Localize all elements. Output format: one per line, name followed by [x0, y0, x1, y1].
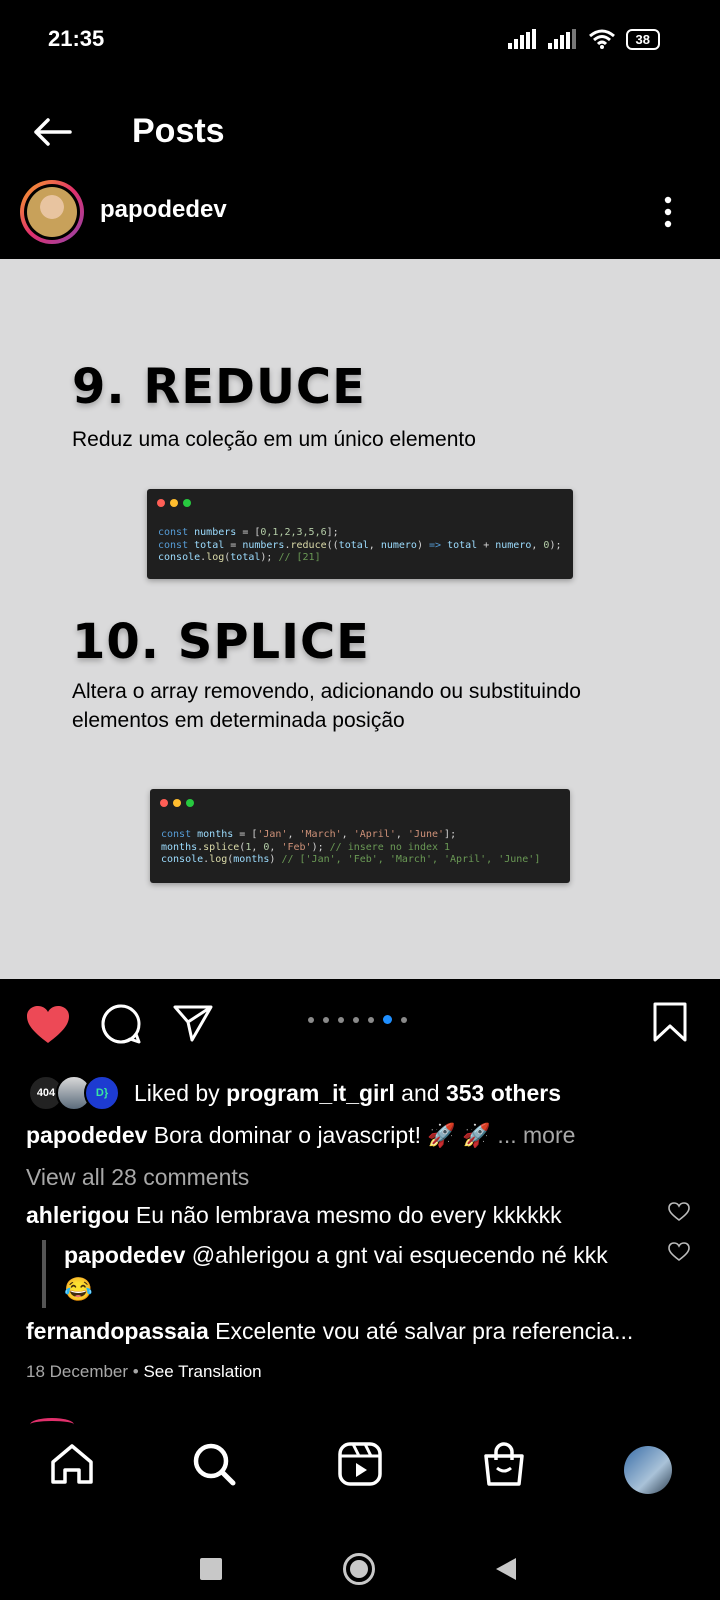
comment-user[interactable]: papodedev	[64, 1242, 185, 1268]
code-line: console.log(total); // [21]	[158, 552, 321, 563]
code-line: months.splice(1, 0, 'Feb'); // insere no…	[161, 841, 451, 853]
recent-apps-icon[interactable]	[200, 1558, 222, 1580]
likes-others[interactable]: 353 others	[446, 1080, 561, 1106]
slide-desc-splice: Altera o array removendo, adicionando ou…	[72, 680, 581, 732]
code-line: const total = numbers.reduce((total, num…	[158, 539, 562, 551]
like-heart-icon[interactable]	[26, 1005, 70, 1045]
carousel-dot	[323, 1016, 329, 1023]
status-icons: 38	[507, 28, 660, 50]
code-line: console.log(months) // ['Jan', 'Feb', 'M…	[161, 854, 541, 865]
slide-desc-reduce: Reduz uma coleção em um único elemento	[72, 428, 476, 451]
profile-avatar[interactable]	[624, 1446, 672, 1494]
date-separator: •	[128, 1362, 144, 1381]
post-date: 18 December	[26, 1362, 129, 1381]
carousel-dot	[353, 1016, 359, 1023]
post-date-row: 18 December • See Translation	[26, 1362, 262, 1382]
likes-middle: and	[394, 1079, 446, 1106]
back-arrow-icon[interactable]	[28, 108, 76, 156]
comment-like-icon[interactable]	[668, 1202, 690, 1222]
carousel-dot	[368, 1016, 374, 1023]
bottom-nav	[0, 1440, 720, 1500]
code-line: const months = ['Jan', 'March', 'April',…	[161, 829, 457, 840]
likes-user[interactable]: program_it_girl	[226, 1080, 395, 1106]
app-header: Posts	[0, 80, 720, 180]
reply-thread-line	[42, 1240, 46, 1308]
home-circle-icon[interactable]	[342, 1552, 376, 1586]
post-username[interactable]: papodedev	[100, 196, 227, 224]
avatar-frame	[24, 184, 80, 240]
see-translation-link[interactable]: See Translation	[143, 1362, 261, 1381]
slide-heading-splice: 10. SPLICE	[72, 614, 370, 670]
carousel-dot	[338, 1016, 344, 1023]
comment-like-icon[interactable]	[668, 1242, 690, 1262]
code-line: const numbers = [0,1,2,3,5,6];	[158, 527, 339, 538]
comment-icon[interactable]	[100, 1003, 142, 1045]
code-lines: const numbers = [0,1,2,3,5,6]; const tot…	[158, 527, 562, 565]
wifi-icon	[588, 29, 615, 49]
likes-text: Liked by program_it_girl and 353 others	[134, 1080, 561, 1107]
liker-avatar-d: D}	[84, 1075, 120, 1111]
code-block-splice: const months = ['Jan', 'March', 'April',…	[150, 789, 570, 883]
signal-icon-2	[547, 29, 576, 49]
share-send-icon[interactable]	[172, 1003, 214, 1043]
avatar[interactable]	[20, 180, 84, 244]
system-nav-bar	[0, 1530, 720, 1600]
carousel-indicator	[308, 1015, 407, 1024]
reels-icon[interactable]	[336, 1440, 384, 1488]
comment-text: Eu não lembrava mesmo do every kkkkkk	[129, 1202, 562, 1228]
home-icon[interactable]	[48, 1440, 96, 1488]
bookmark-icon[interactable]	[652, 1001, 688, 1043]
likes-prefix: Liked by	[134, 1079, 227, 1106]
likes-row[interactable]: 404 D} Liked by program_it_girl and 353 …	[28, 1075, 561, 1111]
comment-text: Excelente vou até salvar pra referencia.…	[208, 1318, 634, 1344]
status-time: 21:35	[48, 26, 105, 51]
window-dots	[160, 799, 194, 807]
comment-reply-emoji: 😂	[64, 1276, 93, 1302]
caption-more[interactable]: ... more	[491, 1122, 575, 1148]
code-block-reduce: const numbers = [0,1,2,3,5,6]; const tot…	[147, 489, 573, 579]
comment-text: @ahlerigou a gnt vai esquecendo né kkk	[185, 1242, 608, 1268]
comment-3: fernandopassaia Excelente vou até salvar…	[26, 1318, 633, 1345]
battery-indicator: 38	[625, 28, 660, 50]
window-dots	[157, 499, 191, 507]
caption: papodedev Bora dominar o javascript! 🚀 🚀…	[26, 1122, 575, 1149]
post-image[interactable]: 9. REDUCE Reduz uma coleção em um único …	[0, 259, 720, 979]
next-post-avatar-edge	[30, 1418, 74, 1431]
carousel-dot-active	[383, 1015, 392, 1024]
comment-1: ahlerigou Eu não lembrava mesmo do every…	[26, 1202, 562, 1229]
action-bar	[0, 995, 720, 1055]
shop-icon[interactable]	[480, 1440, 528, 1488]
post-header: papodedev	[0, 180, 720, 260]
caption-user[interactable]: papodedev	[26, 1122, 147, 1148]
carousel-dot	[401, 1016, 407, 1023]
carousel-dot	[308, 1016, 314, 1023]
back-triangle-icon[interactable]	[494, 1556, 518, 1582]
avatar-photo	[27, 187, 77, 237]
code-lines: const months = ['Jan', 'March', 'April',…	[161, 829, 540, 867]
slide-heading-reduce: 9. REDUCE	[72, 359, 366, 415]
more-options-icon[interactable]	[662, 194, 674, 230]
comment-user[interactable]: fernandopassaia	[26, 1318, 209, 1344]
page-title: Posts	[132, 112, 225, 150]
view-all-comments[interactable]: View all 28 comments	[26, 1164, 249, 1191]
status-bar: 21:35 38	[0, 0, 720, 80]
caption-text: Bora dominar o javascript! 🚀 🚀	[147, 1122, 492, 1148]
signal-icon	[507, 29, 536, 49]
comment-reply: papodedev @ahlerigou a gnt vai esquecend…	[64, 1242, 608, 1269]
comment-user[interactable]: ahlerigou	[26, 1202, 130, 1228]
search-icon[interactable]	[190, 1440, 238, 1488]
